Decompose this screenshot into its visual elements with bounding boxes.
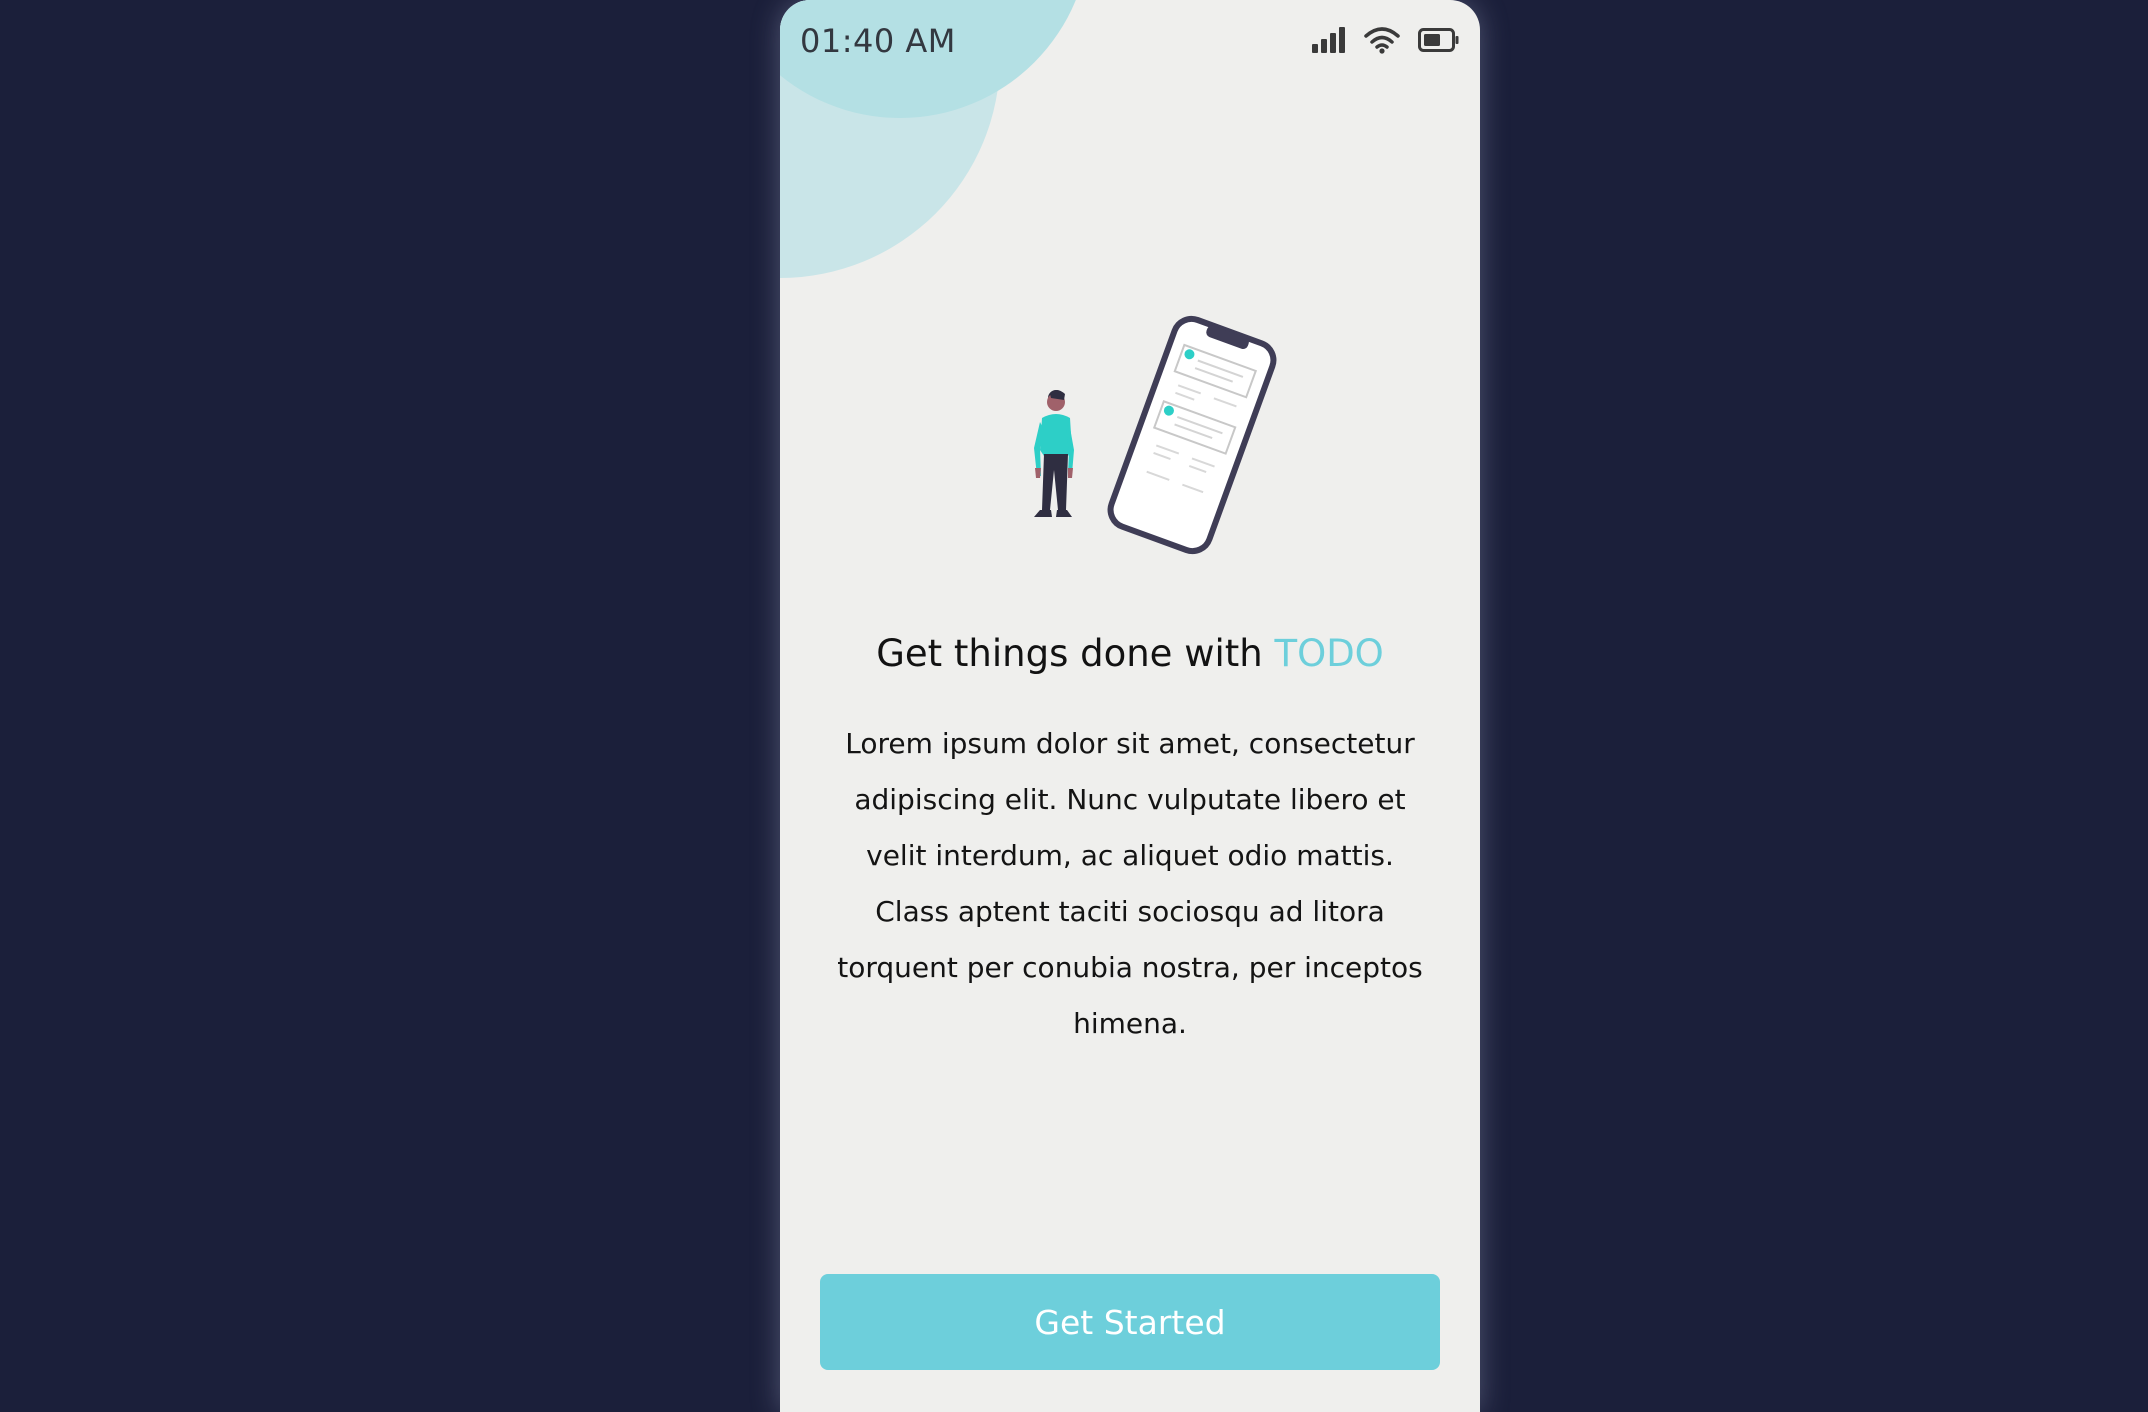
page-title: Get things done with TODO xyxy=(780,632,1480,675)
status-time: 01:40 AM xyxy=(800,22,956,60)
get-started-button[interactable]: Get Started xyxy=(820,1274,1440,1370)
signal-icon xyxy=(1312,27,1345,53)
description-text: Lorem ipsum dolor sit amet, consectetur … xyxy=(837,727,1423,1040)
wifi-icon xyxy=(1364,27,1400,54)
headline-prefix: Get things done with xyxy=(876,632,1275,675)
status-icons xyxy=(1312,26,1460,54)
phone-screen: 01:40 AM Get things done with TODO Lorem… xyxy=(780,0,1480,1412)
battery-icon xyxy=(1418,28,1459,52)
person-with-phone-illustration xyxy=(1034,315,1277,555)
brand-name: TODO xyxy=(1274,632,1384,675)
status-bar: 01:40 AM xyxy=(780,0,1480,84)
